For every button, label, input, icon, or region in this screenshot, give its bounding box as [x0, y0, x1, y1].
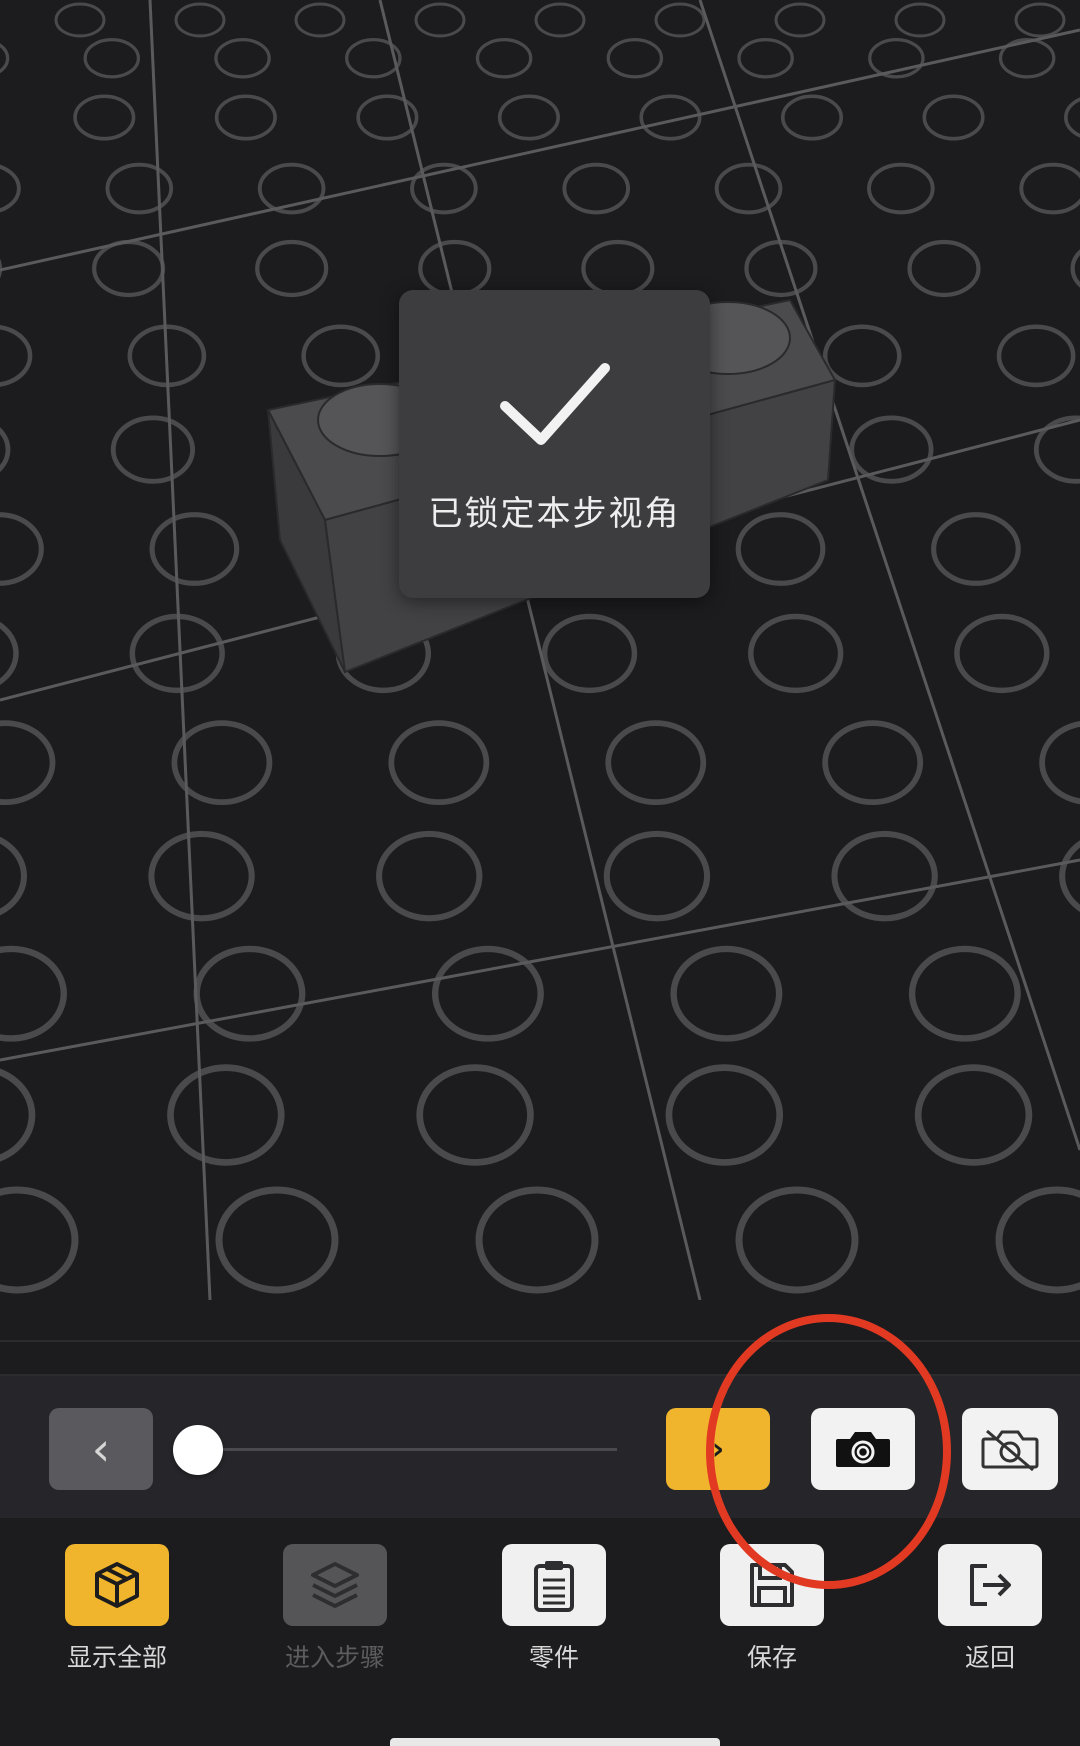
layers-icon — [311, 1562, 359, 1608]
toast-message: 已锁定本步视角 — [428, 494, 681, 534]
show-all-tile — [65, 1544, 169, 1626]
camera-off-icon — [981, 1429, 1039, 1471]
divider — [0, 1340, 1080, 1342]
parts-label: 零件 — [528, 1643, 579, 1672]
step-slider-track[interactable] — [197, 1448, 617, 1451]
back-label: 返回 — [964, 1643, 1015, 1672]
exit-icon — [970, 1564, 1011, 1606]
show-all-label: 显示全部 — [66, 1643, 167, 1672]
show-all-button[interactable]: 显示全部 — [57, 1544, 177, 1674]
camera-icon — [836, 1432, 890, 1467]
chevron-left-icon: ‹ — [91, 1422, 111, 1476]
parts-tile — [502, 1544, 606, 1626]
bottom-toolbar: 显示全部 进入步骤 零件 保存 返回 — [0, 1518, 1080, 1746]
lock-view-camera-button[interactable] — [811, 1408, 915, 1490]
view-locked-toast: 已锁定本步视角 — [399, 290, 710, 598]
enter-steps-button[interactable]: 进入步骤 — [275, 1544, 395, 1674]
parts-button[interactable]: 零件 — [494, 1544, 614, 1674]
enter-steps-tile — [283, 1544, 387, 1626]
cube-icon — [95, 1562, 139, 1608]
previous-step-button[interactable]: ‹ — [49, 1408, 153, 1490]
enter-steps-label: 进入步骤 — [284, 1643, 385, 1672]
save-button[interactable]: 保存 — [712, 1544, 832, 1674]
next-step-button[interactable]: › — [666, 1408, 770, 1490]
3d-viewport[interactable] — [0, 0, 1080, 1300]
unlock-view-camera-button[interactable] — [962, 1408, 1058, 1490]
step-slider-thumb[interactable] — [173, 1425, 223, 1475]
back-button[interactable]: 返回 — [930, 1544, 1050, 1674]
back-tile — [938, 1544, 1042, 1626]
chevron-right-icon: › — [711, 1431, 725, 1467]
checkmark-icon — [500, 363, 610, 445]
step-controls: ‹ › — [0, 1376, 1080, 1518]
home-indicator — [390, 1738, 720, 1746]
save-icon — [750, 1563, 794, 1607]
save-label: 保存 — [746, 1643, 797, 1672]
save-tile — [720, 1544, 824, 1626]
clipboard-icon — [534, 1561, 574, 1612]
baseplate-grid — [0, 0, 1080, 1300]
